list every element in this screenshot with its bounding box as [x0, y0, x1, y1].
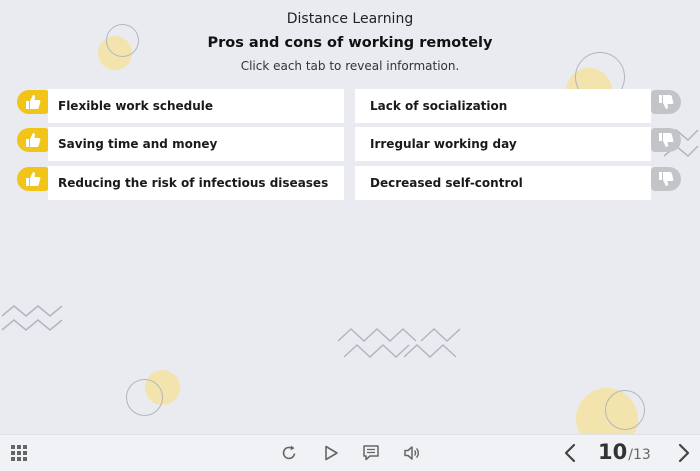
grid-menu-icon[interactable] — [6, 435, 32, 471]
chevron-right-icon[interactable] — [672, 435, 696, 471]
chevron-left-icon[interactable] — [558, 435, 582, 471]
tab-label: Decreased self-control — [370, 176, 523, 190]
instruction-text: Click each tab to reveal information. — [240, 59, 460, 73]
replay-icon[interactable] — [276, 435, 302, 471]
tab-label: Flexible work schedule — [58, 99, 214, 113]
thumbs-up-icon[interactable] — [17, 167, 49, 191]
thumbs-up-icon[interactable] — [17, 90, 49, 114]
slide-title: Pros and cons of working remotely — [207, 35, 493, 51]
page-counter: 10 /13 — [598, 440, 651, 466]
pro-tab-flexible-schedule[interactable]: Flexible work schedule — [48, 89, 344, 123]
course-title: Distance Learning — [286, 11, 414, 27]
pro-tab-reducing-risk[interactable]: Reducing the risk of infectious diseases — [48, 166, 344, 200]
tab-label: Saving time and money — [58, 137, 218, 151]
con-tab-lack-socialization[interactable]: Lack of socialization — [355, 89, 651, 123]
pro-tab-saving-time[interactable]: Saving time and money — [48, 127, 344, 161]
total-pages: /13 — [628, 447, 651, 463]
volume-icon[interactable] — [399, 435, 425, 471]
decor-circle — [145, 370, 180, 405]
notes-icon[interactable] — [358, 435, 384, 471]
tab-label: Irregular working day — [370, 137, 517, 151]
tab-label: Lack of socialization — [370, 99, 508, 113]
con-tab-irregular-day[interactable]: Irregular working day — [355, 127, 651, 161]
tab-label: Reducing the risk of infectious diseases — [58, 176, 329, 190]
play-icon[interactable] — [318, 435, 344, 471]
player-toolbar: 10 /13 — [0, 434, 700, 471]
con-tab-decreased-self-control[interactable]: Decreased self-control — [355, 166, 651, 200]
thumbs-down-icon[interactable] — [651, 167, 681, 191]
decor-ring — [605, 390, 645, 430]
decor-zigzag — [337, 327, 461, 359]
decor-zigzag — [1, 305, 63, 331]
thumbs-down-icon[interactable] — [651, 90, 681, 114]
decor-ring — [126, 379, 163, 416]
current-page: 10 — [598, 440, 628, 464]
thumbs-up-icon[interactable] — [17, 128, 49, 152]
thumbs-down-icon[interactable] — [651, 128, 681, 152]
